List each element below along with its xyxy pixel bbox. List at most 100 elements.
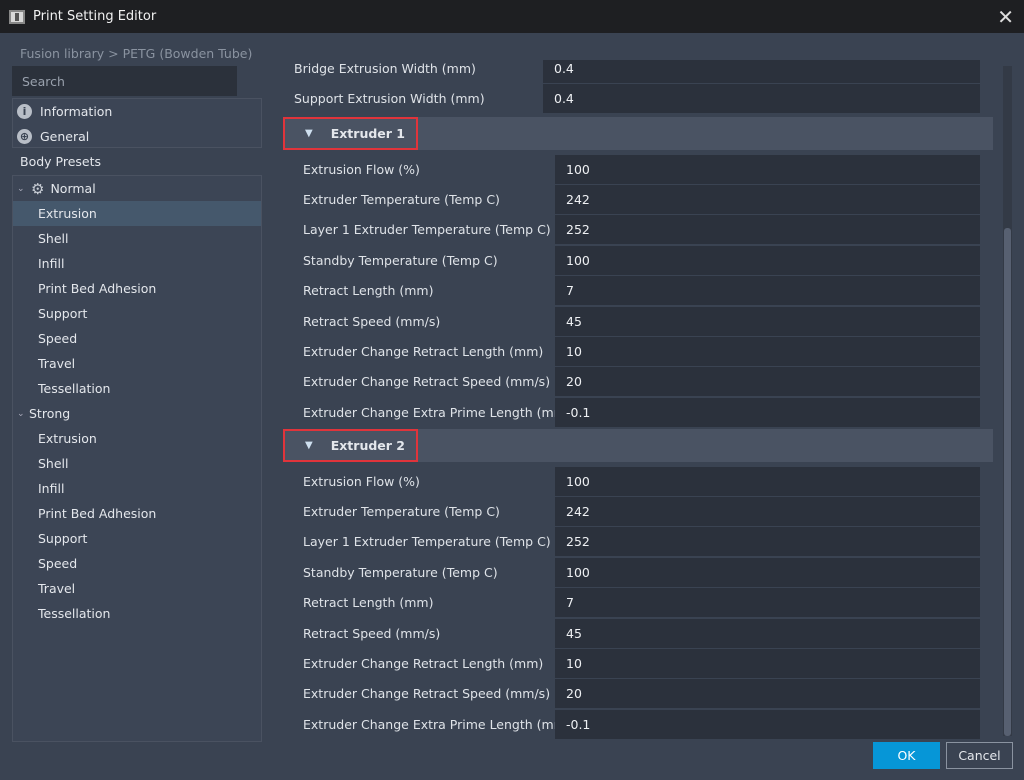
setting-label: Extruder Change Retract Length (mm) (303, 343, 544, 359)
setting-value-input[interactable]: -0.1 (555, 397, 980, 427)
tree-item-infill[interactable]: Infill (13, 476, 261, 501)
section-header-extruder-2: ▼ Extruder 2 (283, 429, 993, 462)
setting-value-input[interactable]: 252 (555, 215, 980, 245)
section-title: Extruder 1 (330, 126, 405, 141)
setting-value-input[interactable]: 242 (555, 496, 980, 526)
setting-row: Standby Temperature (Temp C) 100 (270, 557, 980, 587)
setting-label: Extrusion Flow (%) (303, 473, 420, 489)
globe-icon: ⊕ (17, 129, 32, 144)
setting-label: Extruder Change Retract Speed (mm/s) (303, 686, 551, 702)
setting-value-input[interactable]: 100 (555, 245, 980, 275)
preset-strong[interactable]: ⌄ Strong (13, 401, 261, 426)
setting-value-input[interactable]: 20 (555, 367, 980, 397)
setting-row: Retract Length (mm) 7 (270, 276, 980, 306)
setting-row: Retract Speed (mm/s) 45 (270, 306, 980, 336)
tree-item-infill[interactable]: Infill (13, 251, 261, 276)
item-label: General (40, 129, 90, 144)
setting-value-input[interactable]: 45 (555, 306, 980, 336)
setting-value-input[interactable]: 242 (555, 184, 980, 214)
tree-item-speed[interactable]: Speed (13, 551, 261, 576)
setting-label: Extruder Change Extra Prime Length (mm) (303, 716, 571, 732)
setting-value-input[interactable]: 100 (555, 466, 980, 496)
setting-row: Extruder Change Extra Prime Length (mm) -… (270, 397, 980, 427)
setting-label: Extrusion Flow (%) (303, 161, 420, 177)
setting-row: Support Extrusion Width (mm) 0.4 (270, 83, 980, 113)
setting-label: Extruder Change Retract Length (mm) (303, 655, 544, 671)
setting-row: Standby Temperature (Temp C) 100 (270, 245, 980, 275)
setting-row: Extruder Temperature (Temp C) 242 (270, 184, 980, 214)
preset-label: Normal (50, 181, 96, 196)
tree-item-travel[interactable]: Travel (13, 576, 261, 601)
setting-value-input[interactable]: 10 (555, 336, 980, 366)
preset-normal[interactable]: ⌄ ⚙ Normal (13, 176, 261, 201)
section-title: Extruder 2 (330, 438, 405, 453)
tree-item-extrusion[interactable]: Extrusion (13, 426, 261, 451)
setting-label: Retract Speed (mm/s) (303, 625, 441, 641)
chevron-down-icon: ⌄ (17, 183, 25, 194)
setting-value-input[interactable]: 7 (555, 276, 980, 306)
section-header-extruder-1: ▼ Extruder 1 (283, 117, 993, 150)
setting-label: Retract Speed (mm/s) (303, 313, 441, 329)
cancel-button[interactable]: Cancel (946, 742, 1013, 769)
setting-label: Standby Temperature (Temp C) (303, 564, 498, 580)
setting-value-input[interactable]: 0.4 (543, 60, 980, 83)
setting-value-input[interactable]: 100 (555, 557, 980, 587)
tree-item-print-bed-adhesion[interactable]: Print Bed Adhesion (13, 501, 261, 526)
setting-row: Layer 1 Extruder Temperature (Temp C) 252 (270, 527, 980, 557)
section-toggle[interactable]: ▼ Extruder 2 (283, 429, 418, 462)
ok-button[interactable]: OK (873, 742, 940, 769)
setting-label: Support Extrusion Width (mm) (294, 90, 485, 106)
setting-label: Layer 1 Extruder Temperature (Temp C) (303, 222, 551, 238)
setting-row: Extruder Change Retract Length (mm) 10 (270, 648, 980, 678)
tree-item-support[interactable]: Support (13, 301, 261, 326)
sidebar-item-general[interactable]: ⊕ General (13, 124, 261, 149)
item-label: Information (40, 104, 113, 119)
tree-item-extrusion[interactable]: Extrusion (13, 201, 261, 226)
section-toggle[interactable]: ▼ Extruder 1 (283, 117, 418, 150)
setting-value-input[interactable]: 20 (555, 679, 980, 709)
setting-label: Extruder Temperature (Temp C) (303, 191, 500, 207)
preset-tree: ⌄ ⚙ Normal Extrusion Shell Infill Print Bed Ad… (12, 175, 262, 742)
window-title: Print Setting Editor (33, 9, 157, 24)
tree-item-print-bed-adhesion[interactable]: Print Bed Adhesion (13, 276, 261, 301)
setting-value-input[interactable]: 7 (555, 588, 980, 618)
close-icon[interactable]: ✕ (997, 5, 1014, 29)
tree-item-tessellation[interactable]: Tessellation (13, 601, 261, 626)
settings-panel[interactable]: Bridge Extrusion Width (mm) 0.4 Support Ex… (270, 60, 998, 742)
tree-item-speed[interactable]: Speed (13, 326, 261, 351)
tree-item-shell[interactable]: Shell (13, 451, 261, 476)
top-items: i Information ⊕ General (12, 98, 262, 148)
setting-label: Extruder Temperature (Temp C) (303, 503, 500, 519)
setting-value-input[interactable]: 45 (555, 618, 980, 648)
tree-item-tessellation[interactable]: Tessellation (13, 376, 261, 401)
setting-value-input[interactable]: 10 (555, 648, 980, 678)
setting-row: Bridge Extrusion Width (mm) 0.4 (270, 60, 980, 83)
setting-value-input[interactable]: 100 (555, 154, 980, 184)
tree-item-travel[interactable]: Travel (13, 351, 261, 376)
sidebar-item-information[interactable]: i Information (13, 99, 261, 124)
setting-row: Extruder Change Retract Speed (mm/s) 20 (270, 367, 980, 397)
scrollbar-thumb[interactable] (1004, 228, 1011, 736)
search-input[interactable] (12, 66, 237, 96)
setting-value-input[interactable]: 0.4 (543, 83, 980, 113)
tree-item-shell[interactable]: Shell (13, 226, 261, 251)
setting-label: Extruder Change Extra Prime Length (mm) (303, 404, 571, 420)
body-presets-label: Body Presets (20, 154, 102, 169)
gear-icon: ⚙ (31, 179, 45, 198)
triangle-down-icon: ▼ (305, 440, 313, 451)
setting-label: Layer 1 Extruder Temperature (Temp C) (303, 534, 551, 550)
breadcrumb: Fusion library > PETG (Bowden Tube) (20, 46, 253, 61)
tree-item-support[interactable]: Support (13, 526, 261, 551)
setting-row: Extruder Change Extra Prime Length (mm) -… (270, 709, 980, 739)
setting-row: Extrusion Flow (%) 100 (270, 466, 980, 496)
setting-value-input[interactable]: 252 (555, 527, 980, 557)
title-bar: Print Setting Editor ✕ (0, 0, 1024, 33)
setting-row: Extruder Temperature (Temp C) 242 (270, 496, 980, 526)
setting-label: Bridge Extrusion Width (mm) (294, 60, 476, 76)
triangle-down-icon: ▼ (305, 128, 313, 139)
setting-value-input[interactable]: -0.1 (555, 709, 980, 739)
setting-row: Layer 1 Extruder Temperature (Temp C) 252 (270, 215, 980, 245)
setting-row: Extruder Change Retract Speed (mm/s) 20 (270, 679, 980, 709)
chevron-down-icon: ⌄ (17, 408, 25, 419)
setting-row: Retract Length (mm) 7 (270, 588, 980, 618)
